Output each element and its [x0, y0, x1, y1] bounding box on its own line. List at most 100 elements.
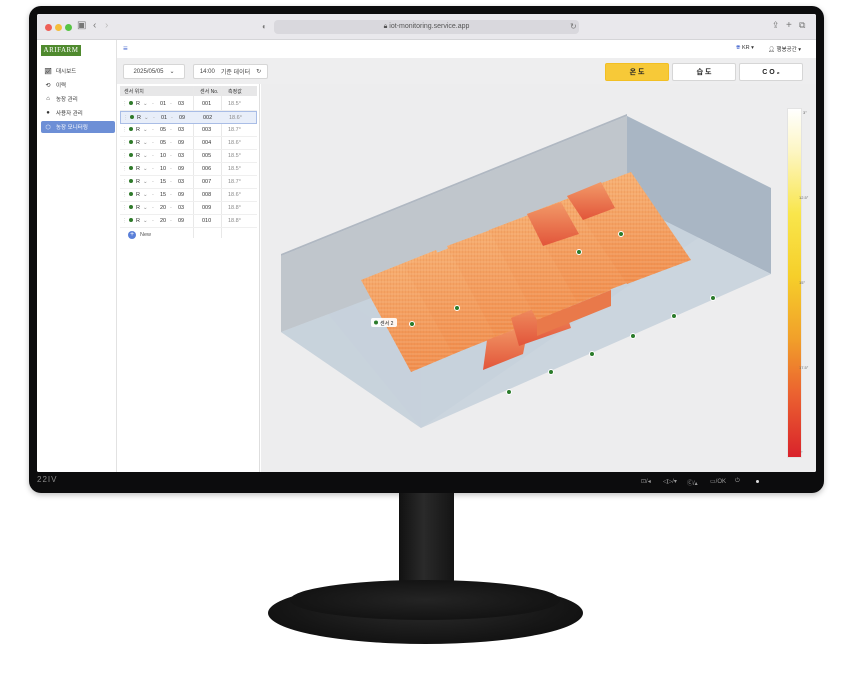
drag-handle-icon[interactable]: ⋮ [122, 179, 128, 185]
tab-temperature[interactable]: 온 도 [605, 63, 669, 81]
sensor-value: 18.5° [228, 101, 241, 107]
sensor-row-col[interactable]: 15 [160, 192, 166, 198]
sensor-row[interactable]: ⋮ R ⌄ -01-03 001 18.5° [120, 98, 257, 111]
sensor-row[interactable]: ⋮ R ⌄ -10-03 005 18.5° [120, 150, 257, 163]
reload-icon[interactable]: ↻ [570, 22, 577, 31]
url-bar[interactable]: 🔒︎ iot-monitoring.service.app [274, 20, 579, 34]
farm-3d-scene[interactable]: 센서 2 [261, 84, 816, 472]
sensor-row-pos[interactable]: 03 [178, 153, 184, 159]
sensor-number: 001 [202, 101, 212, 107]
nav-item-farm-monitoring[interactable]: ⬡ 농장 모니터링 [41, 121, 115, 133]
sensor-row-pos[interactable]: 03 [178, 205, 184, 211]
chevron-down-icon[interactable]: ⌄ [143, 192, 148, 198]
sensor-row-col[interactable]: 01 [161, 115, 167, 121]
sensor-row-col[interactable]: 05 [160, 127, 166, 133]
sensor-row-pos[interactable]: 09 [179, 115, 185, 121]
sensor-row-col[interactable]: 20 [160, 205, 166, 211]
drag-handle-icon[interactable]: ⋮ [122, 205, 128, 211]
time-selector[interactable]: 14:00 기준 데이터 ↻ [193, 64, 268, 79]
drag-handle-icon[interactable]: ⋮ [122, 166, 128, 172]
sensor-row-col[interactable]: 15 [160, 179, 166, 185]
sensor-row-col[interactable]: 01 [160, 101, 166, 107]
sensor-row-col[interactable]: 10 [160, 153, 166, 159]
nav-item-farm-management[interactable]: ⌂ 농장 관리 [41, 93, 115, 105]
sensor-tag: 센서 2 [371, 318, 397, 327]
sensor-marker[interactable] [671, 313, 677, 319]
sensor-marker[interactable] [454, 305, 460, 311]
chevron-down-icon[interactable]: ⌄ [143, 140, 148, 146]
sensor-row-pos[interactable]: 09 [178, 140, 184, 146]
maximize-window-button[interactable] [65, 24, 72, 31]
tab-humidity[interactable]: 습 도 [672, 63, 736, 81]
sensor-row-col[interactable]: 05 [160, 140, 166, 146]
sensor-row-col[interactable]: 10 [160, 166, 166, 172]
osd-button[interactable]: ◁▷/▾ [663, 478, 677, 485]
osd-button[interactable]: ⊡/◂ [641, 478, 651, 485]
sensor-row-pos[interactable]: 03 [178, 101, 184, 107]
date-picker[interactable]: 2025/05/05 ⌄ [123, 64, 185, 79]
chevron-down-icon[interactable]: ⌄ [143, 101, 148, 107]
sensor-marker[interactable] [630, 333, 636, 339]
sensor-marker[interactable] [548, 369, 554, 375]
tab-overview-icon[interactable]: ⧉ [799, 20, 805, 31]
user-menu[interactable]: 👤︎ 행봉공간 ▾ [768, 45, 801, 53]
chevron-down-icon[interactable]: ⌄ [143, 166, 148, 172]
minimize-window-button[interactable] [55, 24, 62, 31]
drag-handle-icon[interactable]: ⋮ [122, 101, 128, 107]
sensor-marker[interactable] [506, 389, 512, 395]
sensor-number: 004 [202, 140, 212, 146]
sensor-row[interactable]: ⋮ R ⌄ -05-03 003 18.7° [120, 124, 257, 137]
drag-handle-icon[interactable]: ⋮ [122, 218, 128, 224]
sidebar-toggle-icon[interactable]: ▣ [77, 20, 86, 31]
sensor-row[interactable]: ⋮ R ⌄ -15-09 008 18.6° [120, 189, 257, 202]
back-icon[interactable]: ‹ [93, 20, 96, 31]
drag-handle-icon[interactable]: ⋮ [122, 153, 128, 159]
nav-item-history[interactable]: ⟲ 이력 [41, 79, 115, 91]
sensor-row-pos[interactable]: 09 [178, 192, 184, 198]
refresh-icon[interactable]: ↻ [256, 68, 261, 75]
chevron-down-icon[interactable]: ⌄ [144, 115, 149, 121]
sensor-row[interactable]: ⋮ R ⌄ -10-09 006 18.5° [120, 163, 257, 176]
language-selector[interactable]: 🌐︎ KR ▾ [736, 45, 754, 52]
chevron-down-icon[interactable]: ⌄ [143, 153, 148, 159]
sensor-row-pos[interactable]: 09 [178, 166, 184, 172]
power-led [756, 480, 759, 483]
forward-icon[interactable]: › [105, 20, 108, 31]
osd-button[interactable]: ▭/OK [710, 478, 726, 485]
osd-button[interactable]: Ⓒ/▴ [687, 478, 698, 487]
sensor-row[interactable]: ⋮ R ⌄ -15-03 007 18.7° [120, 176, 257, 189]
sensor-marker[interactable] [618, 231, 624, 237]
chevron-down-icon[interactable]: ⌄ [143, 205, 148, 211]
nav-item-user-management[interactable]: ● 사용자 관리 [41, 107, 115, 119]
power-button[interactable]: ⏻ [735, 478, 740, 485]
tab-co2[interactable]: C O ₂ [739, 63, 803, 81]
share-icon[interactable]: ⇪ [772, 20, 780, 31]
new-tab-icon[interactable]: + [786, 20, 792, 31]
sensor-marker[interactable] [710, 295, 716, 301]
chevron-down-icon[interactable]: ⌄ [143, 179, 148, 185]
sensor-row-col[interactable]: 20 [160, 218, 166, 224]
sensor-row-pos[interactable]: 03 [178, 127, 184, 133]
drag-handle-icon[interactable]: ⋮ [122, 192, 128, 198]
sensor-row[interactable]: ⋮ R ⌄ -20-09 010 18.8° [120, 215, 257, 228]
chevron-down-icon[interactable]: ⌄ [143, 127, 148, 133]
sensor-marker[interactable] [589, 351, 595, 357]
sensor-marker[interactable] [576, 249, 582, 255]
sensor-marker[interactable] [409, 321, 415, 327]
sensor-table-header: 센서 위치 센서 No. 측정값 [120, 86, 257, 96]
sensor-row-pos[interactable]: 09 [178, 218, 184, 224]
menu-icon[interactable]: ≡ [123, 44, 128, 53]
drag-handle-icon[interactable]: ⋮ [122, 127, 128, 133]
monitor-bezel: 22IV ⊡/◂ ◁▷/▾ Ⓒ/▴ ▭/OK ⏻ [29, 472, 824, 493]
sensor-row[interactable]: ⋮ R ⌄ -05-09 004 18.6° [120, 137, 257, 150]
add-sensor-button[interactable]: + New [120, 230, 257, 243]
close-window-button[interactable] [45, 24, 52, 31]
drag-handle-icon[interactable]: ⋮ [123, 115, 129, 121]
sensor-row[interactable]: ⋮ R ⌄ -01-09 002 18.6° [120, 111, 257, 124]
sensor-row[interactable]: ⋮ R ⌄ -20-03 009 18.8° [120, 202, 257, 215]
sensor-row-pos[interactable]: 03 [178, 179, 184, 185]
farm-3d-view[interactable]: 센서 2 [261, 84, 816, 472]
drag-handle-icon[interactable]: ⋮ [122, 140, 128, 146]
nav-item-dashboard[interactable]: 📈︎ 대시보드 [41, 65, 115, 77]
chevron-down-icon[interactable]: ⌄ [143, 218, 148, 224]
